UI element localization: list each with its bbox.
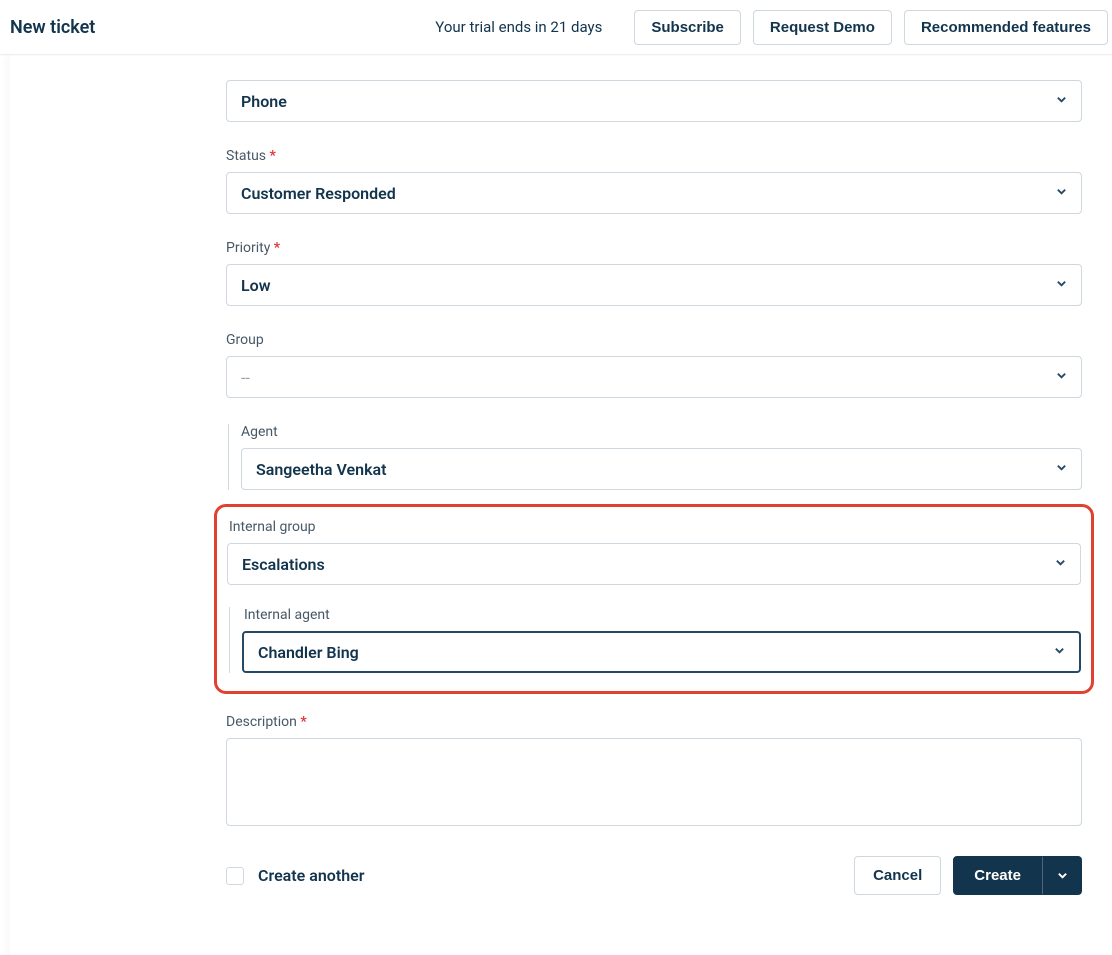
panel-edge xyxy=(10,55,14,955)
chevron-down-icon xyxy=(1056,370,1067,384)
priority-value: Low xyxy=(241,276,271,295)
chevron-down-icon xyxy=(1057,870,1068,881)
chevron-down-icon xyxy=(1056,462,1067,476)
internal-group-highlight: Internal group Escalations Internal agen… xyxy=(214,504,1094,694)
field-source: Phone xyxy=(226,80,1082,122)
chevron-down-icon xyxy=(1055,557,1066,571)
field-description: Description xyxy=(226,714,1082,830)
internal-agent-label: Internal agent xyxy=(244,607,1081,623)
internal-group-select[interactable]: Escalations xyxy=(227,543,1081,585)
internal-group-label: Internal group xyxy=(229,519,1081,535)
description-label: Description xyxy=(226,714,1082,730)
source-value: Phone xyxy=(241,92,287,111)
page-title: New ticket xyxy=(10,17,95,38)
chevron-down-icon xyxy=(1054,645,1065,659)
recommended-features-button[interactable]: Recommended features xyxy=(904,10,1108,45)
subscribe-button[interactable]: Subscribe xyxy=(634,10,741,45)
internal-agent-value: Chandler Bing xyxy=(258,643,359,662)
trial-status-text: Your trial ends in 21 days xyxy=(435,18,602,36)
header-bar: New ticket Your trial ends in 21 days Su… xyxy=(0,0,1112,55)
agent-value: Sangeetha Venkat xyxy=(256,460,387,479)
group-label: Group xyxy=(226,332,1082,348)
form-container: Phone Status Customer Responded Priority… xyxy=(0,55,1112,955)
status-label: Status xyxy=(226,148,1082,164)
group-select[interactable]: -- xyxy=(226,356,1082,398)
field-status: Status Customer Responded xyxy=(226,148,1082,214)
field-agent: Agent Sangeetha Venkat xyxy=(241,424,1082,490)
agent-nested-block: Agent Sangeetha Venkat xyxy=(228,424,1082,490)
create-button-group: Create xyxy=(953,856,1082,895)
internal-group-value: Escalations xyxy=(242,555,325,574)
create-another-checkbox[interactable] xyxy=(226,867,244,885)
cancel-button[interactable]: Cancel xyxy=(854,856,941,895)
chevron-down-icon xyxy=(1056,94,1067,108)
create-button[interactable]: Create xyxy=(953,856,1042,895)
footer-row: Create another Cancel Create xyxy=(226,856,1082,895)
group-value: -- xyxy=(241,368,250,387)
agent-select[interactable]: Sangeetha Venkat xyxy=(241,448,1082,490)
priority-label: Priority xyxy=(226,240,1082,256)
agent-label: Agent xyxy=(241,424,1082,440)
priority-select[interactable]: Low xyxy=(226,264,1082,306)
field-group: Group -- xyxy=(226,332,1082,398)
chevron-down-icon xyxy=(1056,278,1067,292)
field-internal-group: Internal group Escalations xyxy=(227,519,1081,585)
status-select[interactable]: Customer Responded xyxy=(226,172,1082,214)
status-value: Customer Responded xyxy=(241,184,396,203)
source-select[interactable]: Phone xyxy=(226,80,1082,122)
create-another-label[interactable]: Create another xyxy=(258,866,365,885)
internal-agent-select[interactable]: Chandler Bing xyxy=(242,631,1081,673)
internal-agent-nested-block: Internal agent Chandler Bing xyxy=(229,607,1081,673)
request-demo-button[interactable]: Request Demo xyxy=(753,10,892,45)
create-button-caret[interactable] xyxy=(1042,856,1082,895)
chevron-down-icon xyxy=(1056,186,1067,200)
field-internal-agent: Internal agent Chandler Bing xyxy=(242,607,1081,673)
field-priority: Priority Low xyxy=(226,240,1082,306)
description-textarea[interactable] xyxy=(226,738,1082,826)
